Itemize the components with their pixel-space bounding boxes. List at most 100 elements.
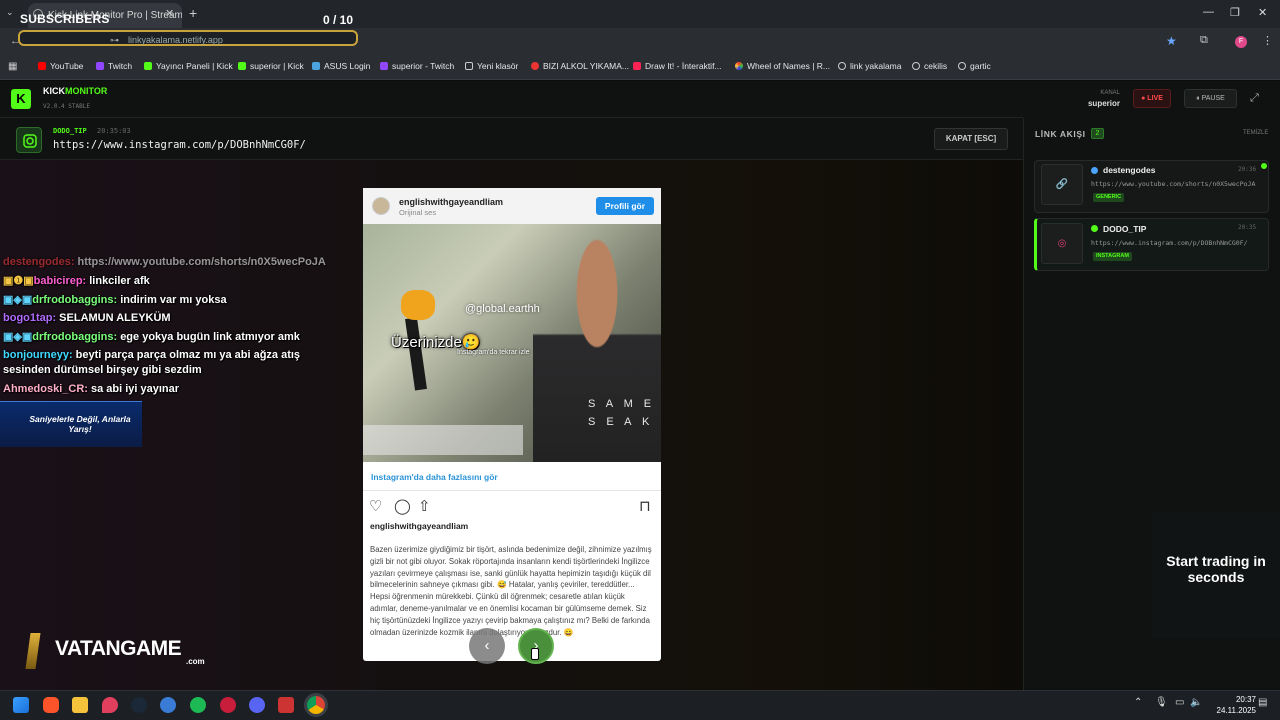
- notification-icon[interactable]: ▤: [1258, 697, 1267, 708]
- link-feed-title: LİNK AKIŞI: [1035, 129, 1086, 139]
- embed-divider: [363, 490, 661, 491]
- link-item-url[interactable]: https://www.instagram.com/p/DOBnhNmCG0F/: [1091, 239, 1248, 247]
- bookmark-wheel[interactable]: Wheel of Names | R...: [735, 61, 830, 71]
- post-caption: Bazen üzerimize giydiğimiz bir tişört, a…: [370, 545, 652, 637]
- bookmark-superior-twitch[interactable]: superior - Twitch: [380, 61, 454, 71]
- folder-icon: [465, 62, 473, 70]
- profile-avatar[interactable]: F: [1235, 36, 1247, 48]
- bookmark-kick-panel[interactable]: Yayıncı Paneli | Kick: [144, 61, 233, 71]
- channel-label: KANAL: [1100, 90, 1120, 96]
- tab-list-icon[interactable]: ⌄: [6, 7, 14, 18]
- bookmark-alkol[interactable]: BIZI ALKOL YIKAMA...: [531, 61, 629, 71]
- comment-icon[interactable]: ◯: [394, 497, 411, 515]
- youtube-icon: [38, 62, 46, 70]
- bookmark-drawit[interactable]: Draw It! - İnteraktif...: [633, 61, 722, 71]
- apps-grid-icon[interactable]: ▦: [8, 61, 17, 72]
- link-sender: DODO_TIP: [53, 127, 87, 135]
- subscribers-overlay-count: 0 / 10: [323, 13, 354, 27]
- popout-icon[interactable]: ⤢: [1250, 92, 1259, 105]
- previous-button[interactable]: ‹: [469, 628, 505, 664]
- embed-username[interactable]: englishwithgayeandliam: [399, 197, 503, 207]
- mouse-cursor-icon: [531, 648, 539, 660]
- pause-button[interactable]: ⏸ PAUSE: [1184, 89, 1237, 108]
- new-tab-icon[interactable]: +: [189, 5, 197, 21]
- like-icon[interactable]: ♡: [369, 497, 382, 515]
- promo-banner-text: Saniyelerle Değil, Anlarla Yarış!: [29, 414, 131, 434]
- see-more-link[interactable]: Instagram'da daha fazlasını gör: [371, 472, 498, 482]
- embed-avatar[interactable]: [372, 197, 390, 215]
- bookmark-asus[interactable]: ASUS Login: [312, 61, 370, 71]
- spotify-icon[interactable]: [190, 697, 206, 713]
- app-icon[interactable]: [160, 697, 176, 713]
- start-icon[interactable]: [13, 697, 29, 713]
- instagram-icon: ◎: [1041, 223, 1083, 264]
- bookmark-gartic[interactable]: gartic: [958, 61, 991, 71]
- ad-text: Start trading in seconds: [1166, 553, 1266, 585]
- link-item-tag: INSTAGRAM: [1093, 252, 1132, 261]
- app-icon[interactable]: [278, 697, 294, 713]
- link-time: 20:35:03: [97, 127, 131, 135]
- bookmark-link-yakalama[interactable]: link yakalama: [838, 61, 902, 71]
- media-overlay-strip: [363, 425, 523, 455]
- wheel-icon: [735, 62, 743, 70]
- bookmark-twitch[interactable]: Twitch: [96, 61, 132, 71]
- active-link-url[interactable]: https://www.instagram.com/p/DOBnhNmCG0F/: [53, 139, 306, 151]
- app-icon[interactable]: [220, 697, 236, 713]
- volume-icon[interactable]: 🔈: [1190, 697, 1202, 708]
- tab-close-icon[interactable]: ✕: [165, 7, 174, 20]
- live-button[interactable]: ● LIVE: [1133, 89, 1171, 108]
- clock-time: 20:37: [1235, 695, 1256, 704]
- view-profile-button[interactable]: Profili gör: [596, 197, 654, 215]
- chat-message: Ahmedoski_CR: sa abi iyi yayınar: [3, 383, 180, 395]
- app-logo: K: [11, 89, 31, 109]
- kick-icon: [144, 62, 152, 70]
- taskbar-clock[interactable]: 20:37 24.11.2025: [1206, 694, 1256, 716]
- browser-menu-icon[interactable]: ⋮: [1262, 34, 1273, 47]
- mic-icon[interactable]: 🎙: [1155, 697, 1168, 708]
- network-icon[interactable]: ▭: [1175, 697, 1184, 708]
- clear-feed-button[interactable]: TEMİZLE: [1243, 130, 1268, 136]
- link-icon: 🔗: [1041, 164, 1083, 205]
- user-badge-icon: [1091, 167, 1098, 174]
- file-explorer-icon[interactable]: [72, 697, 88, 713]
- maps-icon[interactable]: [102, 697, 118, 713]
- globe-icon: [838, 62, 846, 70]
- bookmark-superior-kick[interactable]: superior | Kick: [238, 61, 304, 71]
- link-item-time: 20:36: [1238, 166, 1257, 173]
- link-item-url[interactable]: https://www.youtube.com/shorts/n0X5wecPo…: [1091, 180, 1255, 188]
- brave-icon[interactable]: [43, 697, 59, 713]
- site-info-icon[interactable]: ⊶: [110, 35, 119, 46]
- steam-icon[interactable]: [131, 697, 147, 713]
- share-icon[interactable]: ⇧: [418, 497, 431, 515]
- chat-message: destengodes: https://www.youtube.com/shor…: [3, 256, 326, 268]
- bookmark-star-icon[interactable]: ★: [1166, 34, 1177, 48]
- bookmark-youtube[interactable]: YouTube: [38, 61, 83, 71]
- replay-label: Instagram'da tekrar izle: [457, 349, 530, 356]
- drawit-icon: [633, 62, 641, 70]
- minimize-icon[interactable]: —: [1203, 6, 1214, 18]
- window-close-icon[interactable]: ✕: [1258, 6, 1267, 19]
- bookmark-cekilis[interactable]: cekilis: [912, 61, 947, 71]
- save-icon[interactable]: ⊓: [639, 497, 651, 515]
- tray-expand-icon[interactable]: ⌃: [1134, 697, 1142, 708]
- discord-icon[interactable]: [249, 697, 265, 713]
- globe-icon: [912, 62, 920, 70]
- user-badge-icon: [1091, 225, 1098, 232]
- extensions-icon[interactable]: ⧉: [1200, 34, 1208, 47]
- caption-username[interactable]: englishwithgayeandliam: [370, 521, 468, 531]
- chat-message: ▣◈▣drfrodobaggins: ege yokya bugün link a…: [3, 331, 300, 343]
- maximize-icon[interactable]: ❐: [1230, 6, 1240, 19]
- instagram-icon: [16, 127, 42, 153]
- channel-name: superior: [1087, 99, 1120, 108]
- asus-icon: [312, 62, 320, 70]
- bookmark-folder[interactable]: Yeni klasör: [465, 61, 518, 71]
- app-version: V2.0.4 STABLE: [43, 103, 90, 110]
- chat-message: bogo1tap: SELAMUN ALEYKÜM: [3, 312, 171, 324]
- close-link-button[interactable]: KAPAT [ESC]: [934, 128, 1008, 150]
- globe-icon: [958, 62, 966, 70]
- embed-audio-label: Orijinal ses: [399, 208, 437, 217]
- shirt-text: S A M E S E A K: [588, 398, 656, 428]
- link-item-time: 20:35: [1238, 224, 1257, 231]
- chrome-icon[interactable]: [307, 696, 325, 714]
- sponsor-name: VATANGAME: [55, 637, 182, 660]
